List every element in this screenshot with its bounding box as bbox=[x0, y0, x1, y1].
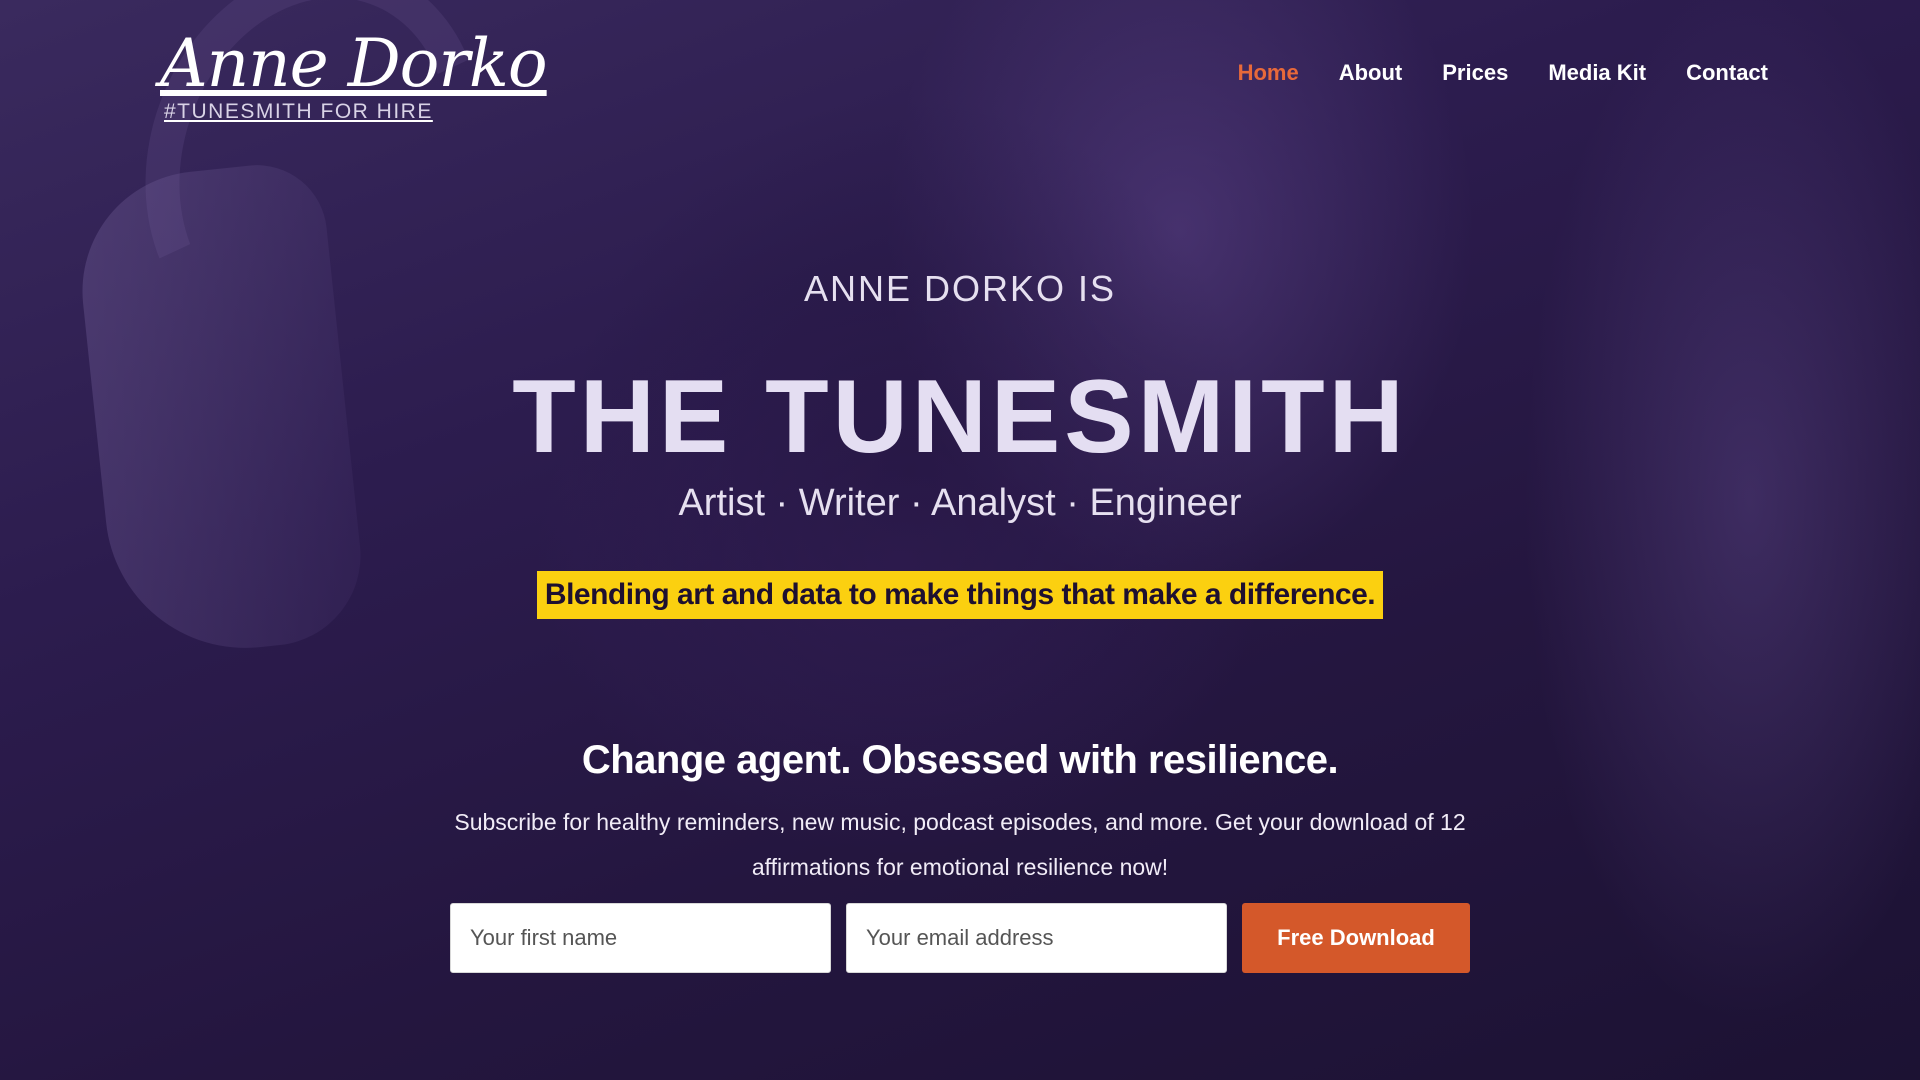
hero-tagline-highlight: Blending art and data to make things tha… bbox=[536, 571, 1384, 619]
logo-name: Anne Dorko bbox=[160, 25, 548, 102]
hero-headline: THE TUNESMITH bbox=[512, 359, 1408, 475]
nav-item-about[interactable]: About bbox=[1339, 60, 1403, 86]
email-input[interactable] bbox=[846, 903, 1227, 973]
free-download-button[interactable]: Free Download bbox=[1242, 903, 1470, 973]
signup-form: Free Download bbox=[450, 903, 1470, 973]
signup-blurb: Subscribe for healthy reminders, new mus… bbox=[454, 809, 1466, 880]
nav-item-media-kit[interactable]: Media Kit bbox=[1548, 60, 1646, 86]
tagline-wrap: Blending art and data to make things tha… bbox=[0, 571, 1920, 619]
site-logo[interactable]: Anne Dorko #TUNESMITH FOR HIRE bbox=[160, 24, 548, 124]
nav-item-home[interactable]: Home bbox=[1238, 60, 1299, 86]
first-name-input[interactable] bbox=[450, 903, 831, 973]
nav-item-contact[interactable]: Contact bbox=[1686, 60, 1768, 86]
hero-eyebrow: ANNE DORKO IS bbox=[803, 268, 1117, 309]
hero-roles: Artist · Writer · Analyst · Engineer bbox=[678, 482, 1242, 524]
nav-item-prices[interactable]: Prices bbox=[1442, 60, 1508, 86]
signup-heading: Change agent. Obsessed with resilience. bbox=[581, 738, 1339, 782]
main-nav: Home About Prices Media Kit Contact bbox=[1238, 60, 1768, 86]
